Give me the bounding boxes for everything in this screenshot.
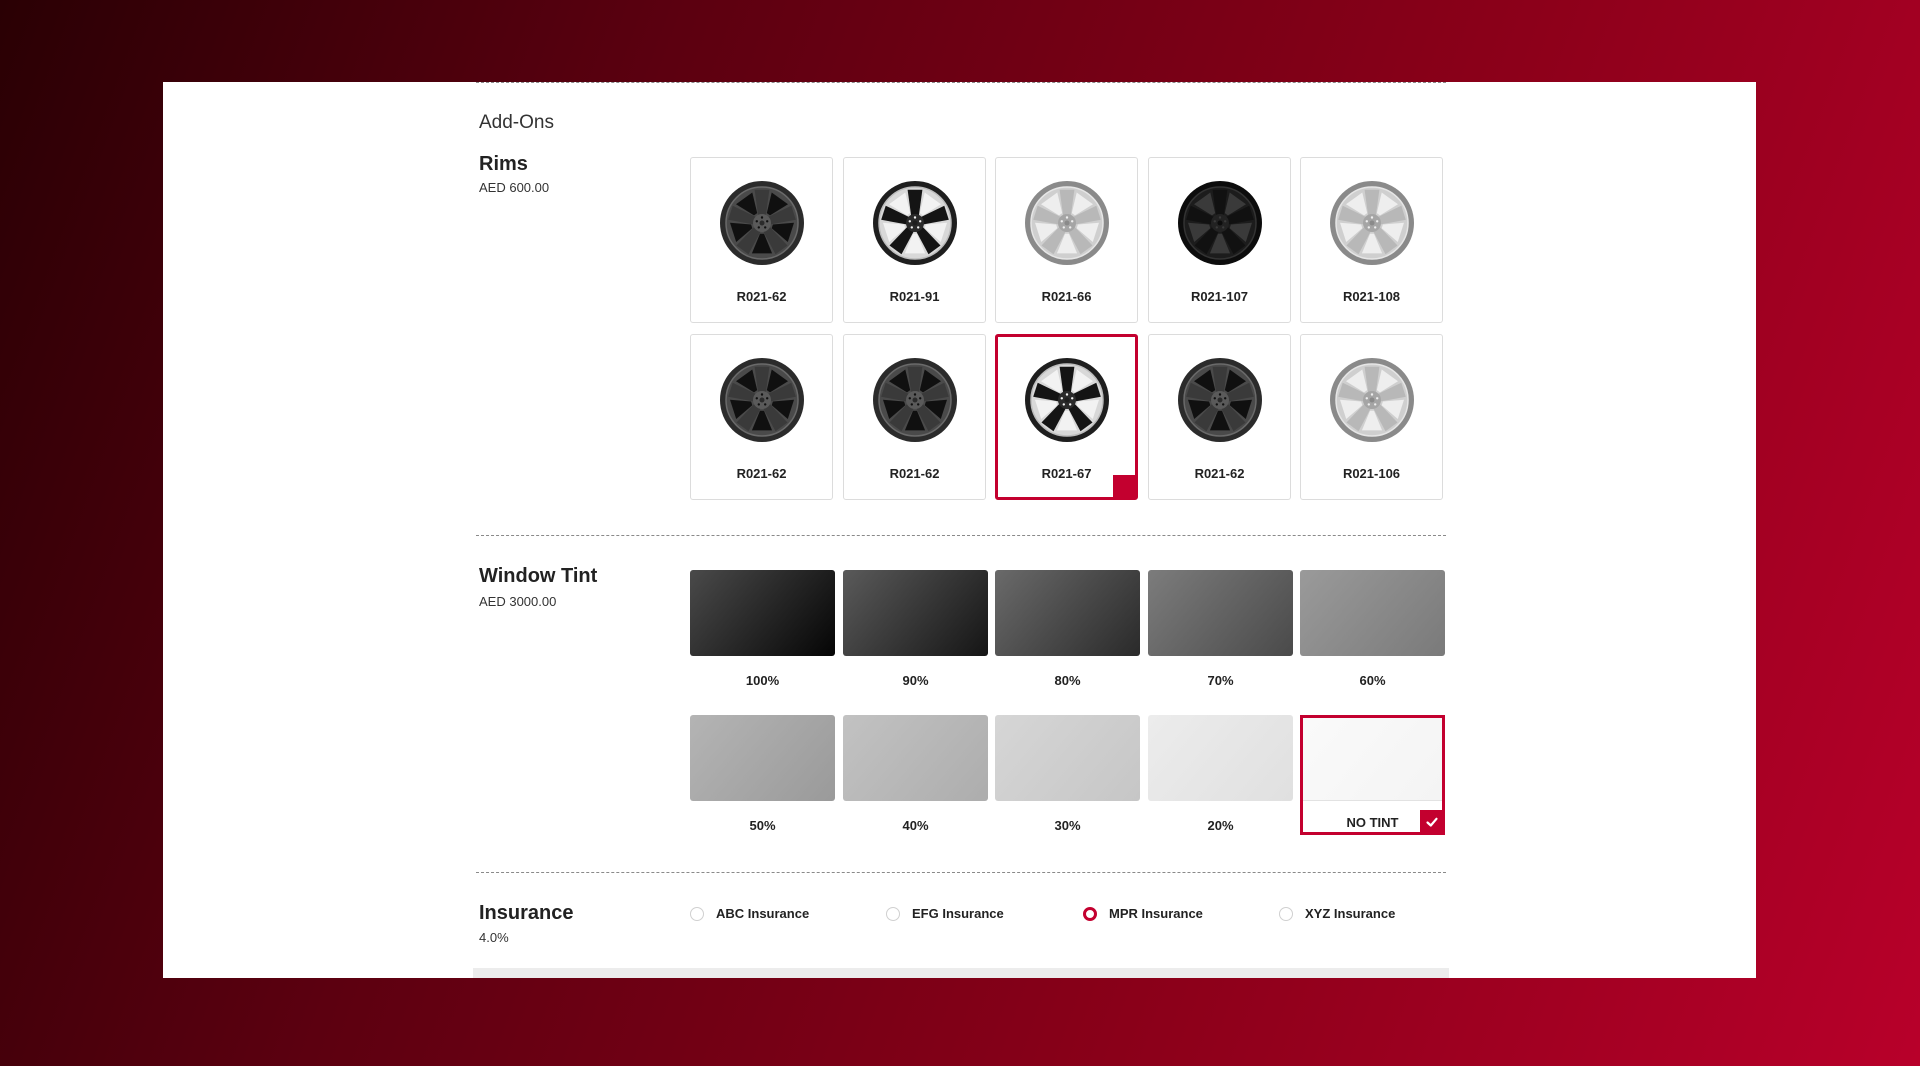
rim-option-label: R021-62	[736, 289, 787, 304]
rim-option-card[interactable]: R021-67	[995, 334, 1152, 507]
tint-option-card[interactable]: 90%	[843, 570, 988, 690]
insurance-rate: 4.0%	[479, 930, 509, 945]
rim-option-card[interactable]: R021-62	[1148, 334, 1291, 500]
rim-wheel-icon	[1178, 358, 1262, 442]
section-divider	[476, 535, 1446, 536]
tint-option-card[interactable]: NO TINT	[1300, 715, 1445, 835]
rim-option-card[interactable]: R021-108	[1300, 157, 1443, 323]
rim-option-card[interactable]: R021-66	[995, 157, 1138, 323]
add-ons-content: Add-Ons Rims AED 600.00 R021-62 R021-91 R0…	[473, 82, 1449, 978]
insurance-option[interactable]: MPR Insurance	[1083, 906, 1203, 921]
insurance-radio[interactable]	[1083, 906, 1097, 921]
tint-swatch	[1300, 570, 1445, 656]
tint-option-label: 30%	[1054, 818, 1081, 833]
tint-option-card[interactable]: 40%	[843, 715, 988, 835]
rim-option-label: R021-62	[736, 466, 787, 481]
rim-wheel-icon	[720, 358, 804, 442]
tint-swatch	[995, 570, 1140, 656]
insurance-option-label: EFG Insurance	[912, 906, 1004, 921]
tint-option-card[interactable]: 50%	[690, 715, 835, 835]
rim-option-label: R021-66	[1041, 289, 1092, 304]
tint-option-label: 90%	[902, 673, 929, 688]
rim-option-card[interactable]: R021-106	[1300, 334, 1443, 500]
rim-option-label: R021-107	[1190, 289, 1249, 304]
tint-option-label: 70%	[1207, 673, 1234, 688]
tint-swatch	[1303, 718, 1442, 801]
tint-option-label: 40%	[902, 818, 929, 833]
bottom-summary-bar	[473, 968, 1449, 978]
insurance-radio[interactable]	[1279, 906, 1293, 921]
insurance-option[interactable]: ABC Insurance	[690, 906, 809, 921]
checkmark-icon	[1426, 817, 1438, 827]
tint-option-card[interactable]: 80%	[995, 570, 1140, 690]
insurance-title: Insurance	[479, 902, 574, 924]
tint-option-card[interactable]: 20%	[1148, 715, 1293, 835]
window-tint-price: AED 3000.00	[479, 594, 557, 609]
rim-option-card[interactable]: R021-62	[690, 334, 833, 500]
tint-option-label: 100%	[745, 673, 780, 688]
rims-title: Rims	[479, 153, 528, 175]
rim-wheel-icon	[1330, 181, 1414, 265]
insurance-radio[interactable]	[886, 906, 900, 921]
rim-wheel-icon	[1025, 358, 1109, 442]
rim-wheel-icon	[1178, 181, 1262, 265]
tint-swatch	[843, 570, 988, 656]
rim-wheel-icon	[1330, 358, 1414, 442]
rim-wheel-icon	[873, 358, 957, 442]
tint-option-label: 20%	[1207, 818, 1234, 833]
configurator-panel: Add-Ons Rims AED 600.00 R021-62 R021-91 R0…	[163, 82, 1756, 978]
insurance-option[interactable]: XYZ Insurance	[1279, 906, 1395, 921]
rim-option-label: R021-62	[889, 466, 940, 481]
rim-option-label: R021-106	[1342, 466, 1401, 481]
tint-option-label: 50%	[749, 818, 776, 833]
insurance-radio[interactable]	[690, 906, 704, 921]
selected-check-badge	[1420, 810, 1444, 834]
tint-swatch	[1148, 715, 1293, 801]
rim-option-label: R021-62	[1194, 466, 1245, 481]
tint-option-label: 60%	[1359, 673, 1386, 688]
rim-option-card[interactable]: R021-62	[843, 334, 986, 500]
insurance-option[interactable]: EFG Insurance	[886, 906, 1004, 921]
insurance-option-label: MPR Insurance	[1109, 906, 1203, 921]
section-divider	[476, 82, 1446, 83]
rim-option-card[interactable]: R021-107	[1148, 157, 1291, 323]
rim-option-label: R021-91	[889, 289, 940, 304]
tint-option-label: 80%	[1054, 673, 1081, 688]
tint-option-card[interactable]: 70%	[1148, 570, 1293, 690]
tint-swatch	[690, 570, 835, 656]
tint-option-card[interactable]: 30%	[995, 715, 1140, 835]
rim-option-card[interactable]: R021-62	[690, 157, 833, 323]
section-divider	[476, 872, 1446, 873]
insurance-option-label: ABC Insurance	[716, 906, 810, 921]
rim-wheel-icon	[720, 181, 804, 265]
tint-swatch	[995, 715, 1140, 801]
tint-swatch	[690, 715, 835, 801]
rims-price: AED 600.00	[479, 180, 550, 195]
tint-option-card[interactable]: 60%	[1300, 570, 1445, 690]
tint-option-card[interactable]: 100%	[690, 570, 835, 690]
tint-swatch	[1148, 570, 1293, 656]
tint-swatch	[843, 715, 988, 801]
window-tint-title: Window Tint	[479, 565, 598, 587]
selected-check-badge	[1113, 475, 1152, 507]
rim-wheel-icon	[873, 181, 957, 265]
insurance-option-label: XYZ Insurance	[1305, 906, 1396, 921]
add-ons-heading: Add-Ons	[479, 112, 554, 133]
rim-option-card[interactable]: R021-91	[843, 157, 986, 323]
rim-wheel-icon	[1025, 181, 1109, 265]
rim-option-label: R021-108	[1342, 289, 1401, 304]
